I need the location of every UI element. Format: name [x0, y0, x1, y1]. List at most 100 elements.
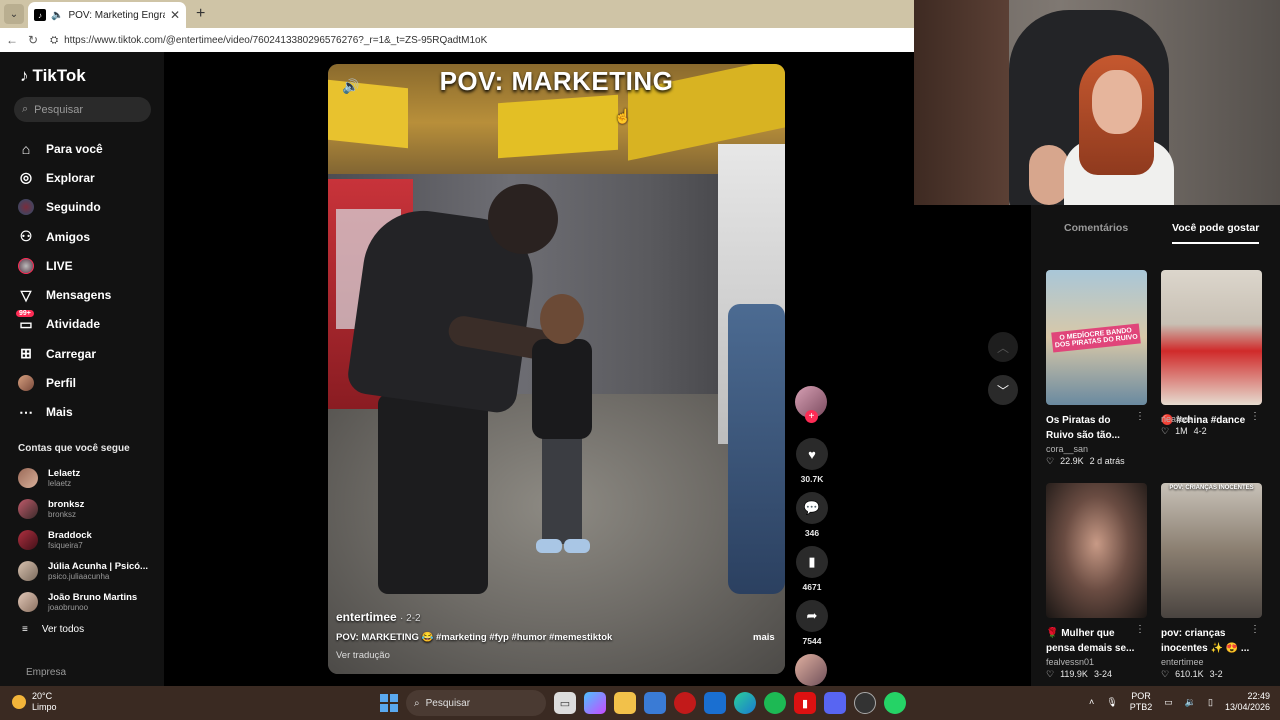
app-tv-icon[interactable]: ▮ — [794, 692, 816, 714]
nav-item-amigos[interactable]: ⚇ Amigos — [18, 222, 111, 251]
nav-item-perfil[interactable]: Perfil — [18, 368, 111, 397]
video-player[interactable]: POV: MARKETING 🔊 entertimee · 2-2 POV: M… — [328, 64, 785, 674]
search-icon: ⌕ — [22, 103, 29, 115]
tab-menu-icon[interactable]: ⌄ — [4, 4, 24, 24]
account-name: bronksz — [48, 498, 85, 510]
nav-label: Carregar — [46, 346, 97, 361]
suggested-video-card[interactable]: 🌹 Mulher que pensa demais se... fealvessn… — [1046, 483, 1147, 680]
home-icon: ⌂ — [21, 140, 31, 157]
previous-video-button[interactable]: ︿ — [988, 332, 1018, 362]
tab-suggested[interactable]: Você pode gostar — [1172, 222, 1260, 244]
following-account[interactable]: Lelaetz lelaetz — [18, 462, 148, 493]
clock[interactable]: 22:49 13/04/2026 — [1225, 691, 1270, 713]
follow-plus-icon[interactable]: + — [805, 410, 818, 423]
see-all-link[interactable]: ≡ Ver todos — [22, 624, 84, 635]
site-info-icon[interactable]: ⛭ — [50, 35, 58, 46]
next-video-button[interactable]: ﹀ — [988, 375, 1018, 405]
suggested-video-card[interactable]: O MEDÍOCRE BANDO DOS PIRATAS DO RUIVO Os… — [1046, 270, 1147, 467]
app-red-icon[interactable] — [674, 692, 696, 714]
microphone-icon[interactable]: 🎙 — [1106, 697, 1117, 708]
close-tab-icon[interactable]: ✕ — [170, 8, 180, 22]
nav-label: Mais — [46, 405, 73, 420]
nav-item-para-voce[interactable]: ⌂ Para você — [18, 134, 111, 163]
file-explorer-icon[interactable] — [614, 692, 636, 714]
discord-icon[interactable] — [824, 692, 846, 714]
reload-icon[interactable]: ↻ — [28, 33, 38, 47]
language-indicator[interactable]: POR PTB2 — [1130, 691, 1153, 713]
comment-button[interactable]: 💬 — [796, 492, 828, 524]
nav-item-seguindo[interactable]: Seguindo — [18, 193, 111, 222]
account-name: Lelaetz — [48, 467, 81, 479]
nav-item-explorar[interactable]: ◎ Explorar — [18, 163, 111, 192]
obs-icon[interactable] — [854, 692, 876, 714]
chevron-up-icon[interactable]: ˄ — [1089, 697, 1094, 707]
friends-icon: ⚇ — [19, 228, 33, 245]
video-author[interactable]: entertimee · 2-2 — [336, 610, 421, 624]
thumbnail-text: O MEDÍOCRE BANDO DOS PIRATAS DO RUIVO — [1051, 323, 1141, 353]
following-account[interactable]: bronksz bronksz — [18, 493, 148, 524]
video-thumbnail: O MEDÍOCRE BANDO DOS PIRATAS DO RUIVO — [1046, 270, 1147, 405]
battery-icon[interactable]: ▯ — [1208, 697, 1213, 708]
card-author[interactable]: fealvessn01 — [1046, 657, 1147, 667]
back-icon[interactable]: ← — [6, 33, 18, 47]
nav-item-atividade[interactable]: ▭ 99+ Atividade — [16, 310, 111, 339]
search-input[interactable]: ⌕ Pesquisar — [14, 97, 151, 122]
tiktok-note-icon: ♪ — [20, 66, 29, 85]
sound-avatar[interactable] — [795, 654, 827, 686]
video-thumbnail: POV: CRIANÇAS INOCENTES — [1161, 483, 1262, 618]
task-view-icon[interactable]: ▭ — [554, 692, 576, 714]
caption-more-button[interactable]: mais — [753, 632, 775, 643]
translate-link[interactable]: Ver tradução — [336, 650, 390, 661]
suggested-video-card[interactable]: 🔴 #china #dance neafeas ♡ 1M 4-2 ⋮ — [1161, 270, 1262, 437]
nav-item-mais[interactable]: ⋯ Mais — [18, 398, 111, 427]
save-button[interactable]: ▮ — [796, 546, 828, 578]
windows-start-icon[interactable] — [380, 694, 398, 712]
nav-item-mensagens[interactable]: ▽ Mensagens — [18, 280, 112, 309]
account-name: Júlia Acunha | Psicó... — [48, 560, 148, 572]
account-handle: bronksz — [48, 509, 77, 519]
card-menu-icon[interactable]: ⋮ — [1250, 624, 1260, 635]
suggested-video-card[interactable]: POV: CRIANÇAS INOCENTES pov: crianças ino… — [1161, 483, 1262, 680]
volume-icon[interactable]: 🔊 — [342, 78, 359, 95]
volume-icon[interactable]: 🔉 — [1185, 697, 1196, 708]
outlook-icon[interactable] — [704, 692, 726, 714]
avatar — [18, 467, 38, 488]
video-overlay-title: POV: MARKETING — [439, 66, 674, 96]
weather-temp: 20°C — [32, 691, 53, 701]
speaker-icon[interactable]: 🔈 — [51, 10, 63, 21]
copilot-icon[interactable] — [584, 692, 606, 714]
card-title: pov: crianças inocentes ✨ 😍 ... — [1161, 628, 1250, 654]
system-tray: ˄ 🎙 POR PTB2 ▭ 🔉 ▯ 22:49 13/04/2026 — [1089, 691, 1270, 713]
nav-item-live[interactable]: LIVE — [18, 251, 111, 280]
taskbar-search[interactable]: ⌕ Pesquisar — [406, 690, 546, 716]
whatsapp-icon[interactable] — [884, 692, 906, 714]
browser-tab[interactable]: ♪ 🔈 POV: Marketing Engraçado 8 ✕ — [28, 2, 186, 28]
like-button[interactable]: ♥ — [796, 438, 828, 470]
company-link[interactable]: Empresa — [26, 667, 66, 678]
url-field[interactable]: ⛭ https://www.tiktok.com/@entertimee/vid… — [50, 35, 487, 46]
weather-widget[interactable]: 20°C Limpo — [12, 691, 57, 713]
following-account[interactable]: Júlia Acunha | Psicó... psico.juliaacunha — [18, 555, 148, 586]
card-author[interactable]: entertimee — [1161, 657, 1262, 667]
nav-item-carregar[interactable]: ⊞ Carregar — [18, 339, 111, 368]
webcam-overlay — [914, 0, 1280, 205]
card-menu-icon[interactable]: ⋮ — [1135, 624, 1145, 635]
following-account[interactable]: João Bruno Martins joaobrunoo — [18, 586, 148, 617]
heart-icon: ♥ — [808, 446, 816, 462]
following-account[interactable]: Braddock fsiqueira7 — [18, 524, 148, 555]
edge-icon[interactable] — [734, 692, 756, 714]
tiktok-logo[interactable]: ♪ TikTok — [20, 66, 86, 86]
heart-outline-icon: ♡ — [1161, 426, 1170, 436]
share-button[interactable]: ➦ — [796, 600, 828, 632]
account-handle: lelaetz — [48, 478, 72, 488]
creator-avatar[interactable]: + — [795, 386, 827, 423]
card-menu-icon[interactable]: ⋮ — [1135, 411, 1145, 422]
store-icon[interactable] — [644, 692, 666, 714]
new-tab-button[interactable]: + — [196, 5, 205, 23]
video-caption: POV: MARKETING 😂 #marketing #fyp #humor … — [336, 632, 613, 643]
card-menu-icon[interactable]: ⋮ — [1250, 411, 1260, 422]
tab-comments[interactable]: Comentários — [1064, 222, 1128, 242]
card-author[interactable]: cora__san — [1046, 444, 1147, 454]
network-icon[interactable]: ▭ — [1164, 697, 1173, 708]
spotify-icon[interactable] — [764, 692, 786, 714]
